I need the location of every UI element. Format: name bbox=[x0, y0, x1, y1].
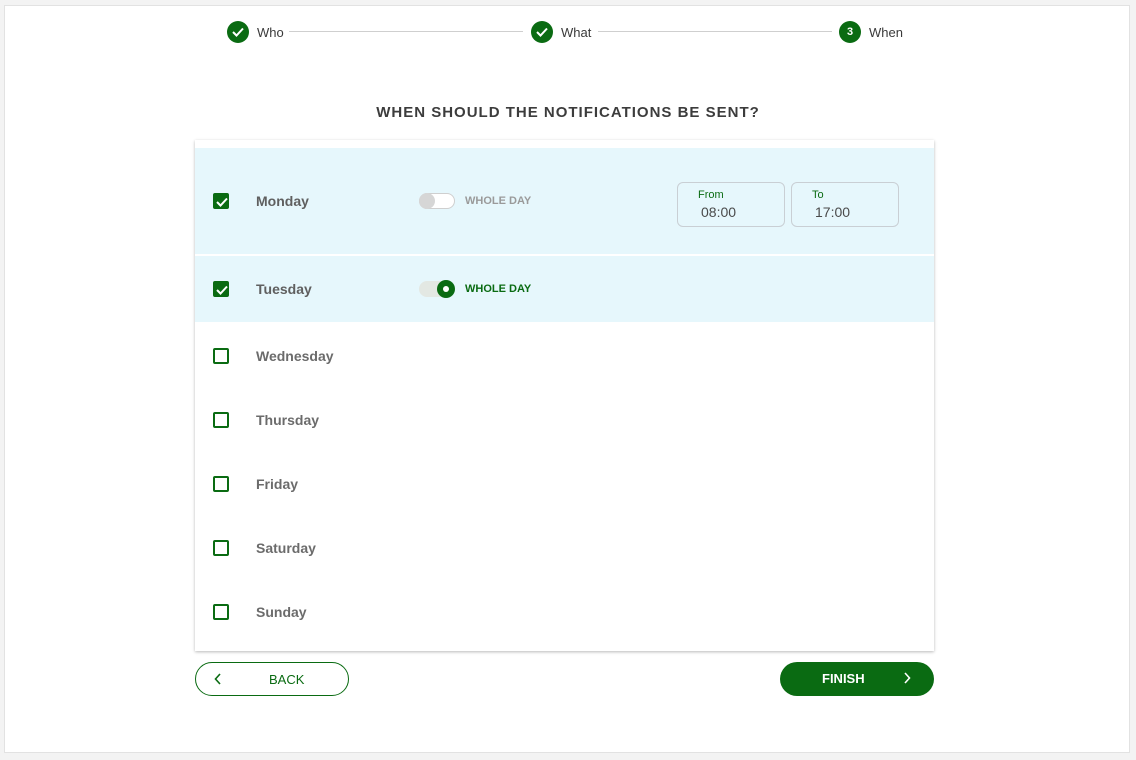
step-number-badge: 3 bbox=[839, 21, 861, 43]
checkmark-icon bbox=[216, 285, 228, 295]
check-icon bbox=[531, 21, 553, 43]
chevron-left-icon bbox=[214, 673, 221, 685]
step-label: What bbox=[561, 24, 592, 40]
step-who[interactable]: Who bbox=[227, 21, 284, 43]
day-row-saturday: Saturday bbox=[195, 514, 934, 578]
day-row-sunday: Sunday bbox=[195, 578, 934, 642]
tuesday-checkbox[interactable] bbox=[213, 281, 229, 297]
check-icon bbox=[227, 21, 249, 43]
whole-day-label: WHOLE DAY bbox=[465, 283, 532, 295]
back-button-label: BACK bbox=[269, 672, 305, 687]
day-label: Saturday bbox=[256, 540, 316, 556]
progress-stepper: Who What 3 When bbox=[0, 0, 1136, 60]
day-label: Tuesday bbox=[256, 281, 312, 297]
tuesday-whole-day-toggle[interactable] bbox=[418, 279, 456, 299]
day-row-tuesday: Tuesday WHOLE DAY bbox=[195, 256, 934, 322]
day-row-thursday: Thursday bbox=[195, 386, 934, 450]
day-row-friday: Friday bbox=[195, 450, 934, 514]
step-connector bbox=[289, 31, 523, 32]
checkmark-icon bbox=[216, 197, 228, 207]
day-label: Monday bbox=[256, 193, 309, 209]
thursday-checkbox[interactable] bbox=[213, 412, 229, 428]
schedule-card: Monday WHOLE DAY From 08:00 To 17:00 Tue… bbox=[195, 140, 934, 651]
from-time-field[interactable]: From 08:00 bbox=[677, 182, 785, 227]
page-title: WHEN SHOULD THE NOTIFICATIONS BE SENT? bbox=[376, 104, 760, 121]
day-label: Wednesday bbox=[256, 348, 334, 364]
day-row-wednesday: Wednesday bbox=[195, 322, 934, 386]
monday-checkbox[interactable] bbox=[213, 193, 229, 209]
step-what[interactable]: What bbox=[531, 21, 591, 43]
monday-whole-day-toggle[interactable] bbox=[418, 191, 456, 211]
back-button[interactable]: BACK bbox=[195, 662, 349, 696]
day-label: Thursday bbox=[256, 412, 320, 428]
finish-button[interactable]: FINISH bbox=[780, 662, 934, 696]
day-row-monday: Monday WHOLE DAY From 08:00 To 17:00 bbox=[195, 148, 934, 254]
to-value: 17:00 bbox=[815, 204, 851, 220]
whole-day-label: WHOLE DAY bbox=[465, 195, 532, 207]
chevron-right-icon bbox=[904, 672, 911, 684]
to-time-field[interactable]: To 17:00 bbox=[791, 182, 899, 227]
step-when[interactable]: 3 When bbox=[839, 21, 903, 43]
finish-button-label: FINISH bbox=[822, 671, 865, 686]
wednesday-checkbox[interactable] bbox=[213, 348, 229, 364]
from-value: 08:00 bbox=[701, 204, 737, 220]
to-label: To bbox=[812, 189, 824, 201]
friday-checkbox[interactable] bbox=[213, 476, 229, 492]
sunday-checkbox[interactable] bbox=[213, 604, 229, 620]
step-label: When bbox=[869, 24, 903, 40]
step-label: Who bbox=[257, 24, 284, 40]
from-label: From bbox=[698, 189, 724, 201]
day-label: Sunday bbox=[256, 604, 307, 620]
day-label: Friday bbox=[256, 476, 299, 492]
step-connector bbox=[598, 31, 832, 32]
saturday-checkbox[interactable] bbox=[213, 540, 229, 556]
